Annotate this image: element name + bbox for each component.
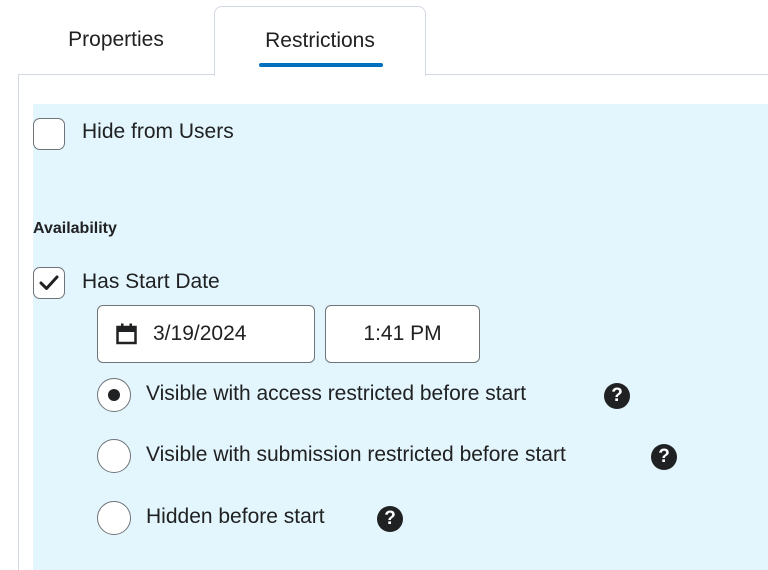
question-circle-icon[interactable]: ? <box>604 383 630 409</box>
start-date-input[interactable]: 3/19/2024 <box>97 305 315 363</box>
has-start-date-checkbox[interactable] <box>33 267 65 299</box>
active-tab-indicator <box>259 63 383 67</box>
radio-visible-submission-restricted[interactable] <box>97 439 131 473</box>
radio-visible-submission-restricted-label: Visible with submission restricted befor… <box>146 443 566 466</box>
panel-border <box>18 74 19 570</box>
hide-from-users-checkbox[interactable] <box>33 118 65 150</box>
checkmark-icon <box>39 275 59 290</box>
tab-properties-label: Properties <box>68 28 164 51</box>
tab-restrictions[interactable]: Restrictions <box>214 6 426 76</box>
tab-bar: Properties Restrictions <box>0 0 768 76</box>
start-date-value: 3/19/2024 <box>153 322 247 345</box>
availability-heading: Availability <box>33 220 117 237</box>
radio-visible-access-restricted-label: Visible with access restricted before st… <box>146 382 527 405</box>
tab-properties[interactable]: Properties <box>40 6 192 75</box>
start-time-value: 1:41 PM <box>363 322 442 345</box>
hide-from-users-label: Hide from Users <box>82 120 234 143</box>
question-circle-icon[interactable]: ? <box>651 444 677 470</box>
has-start-date-label: Has Start Date <box>82 270 220 293</box>
question-circle-icon[interactable]: ? <box>377 506 403 532</box>
start-time-input[interactable]: 1:41 PM <box>325 305 480 363</box>
radio-hidden-before-start-label: Hidden before start <box>146 505 325 528</box>
radio-hidden-before-start[interactable] <box>97 501 131 535</box>
tab-restrictions-label: Restrictions <box>265 29 375 52</box>
radio-visible-access-restricted[interactable] <box>97 378 131 412</box>
calendar-icon <box>116 323 137 345</box>
